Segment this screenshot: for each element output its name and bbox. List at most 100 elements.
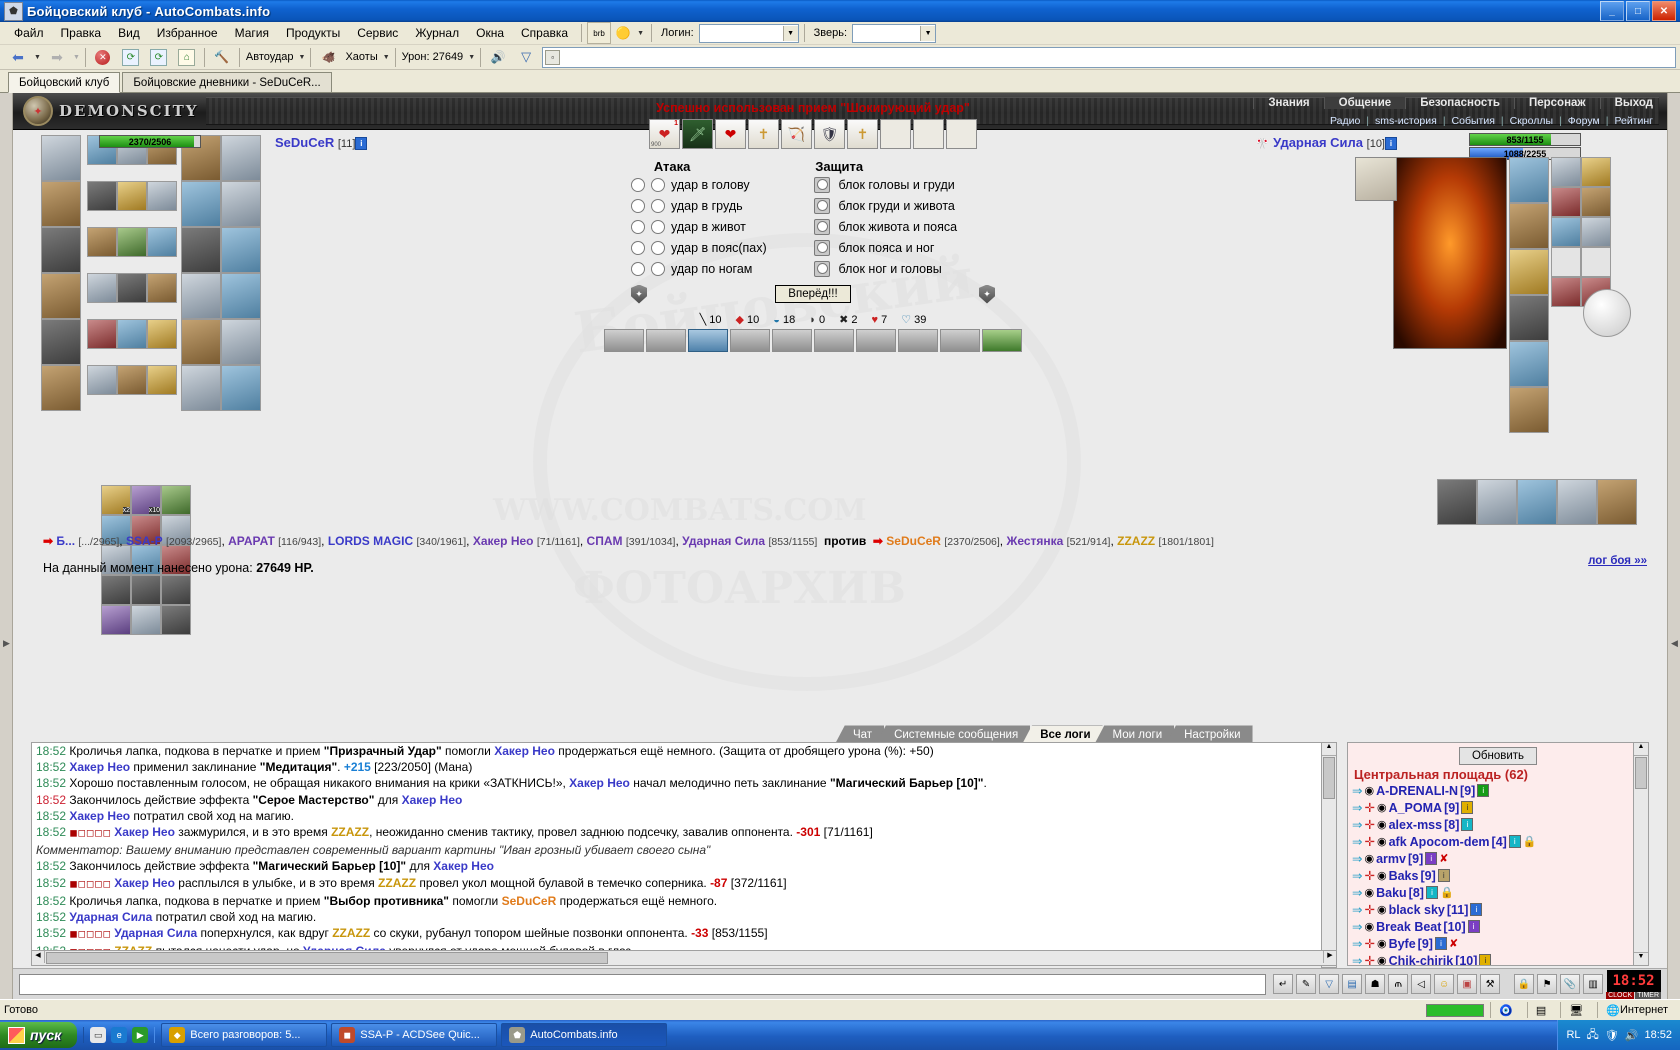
nav-knowledge[interactable]: Знания: [1253, 96, 1323, 109]
inv-slot-3[interactable]: [161, 485, 191, 515]
participant-name-6[interactable]: Ударная Сила: [682, 534, 765, 548]
r2-equip-8[interactable]: [1581, 247, 1611, 277]
equip-slot-e1[interactable]: [87, 319, 117, 349]
action-slot-2[interactable]: [688, 329, 728, 352]
participant-name-1[interactable]: SSA-P: [126, 534, 163, 548]
r2-equip-4[interactable]: [1581, 187, 1611, 217]
right-avatar-side-slot[interactable]: [1355, 157, 1397, 201]
home-icon[interactable]: ⌂: [173, 46, 201, 68]
user-info-icon[interactable]: i: [1437, 869, 1450, 882]
browser-tab-1[interactable]: Бойцовские дневники - SeDuCeR...: [122, 72, 332, 92]
equip-slot-e4[interactable]: [181, 319, 221, 365]
user-name[interactable]: armv: [1376, 852, 1406, 866]
menu-magic[interactable]: Магия: [227, 24, 277, 42]
equip-slot-e2[interactable]: [117, 319, 147, 349]
equip-slot-f3[interactable]: [147, 365, 177, 395]
attack-option-2[interactable]: удар в живот: [573, 219, 814, 234]
tray-network-icon[interactable]: 🖧: [1587, 1026, 1599, 1045]
r2-equip-2[interactable]: [1581, 157, 1611, 187]
defense-radio-4[interactable]: [814, 260, 831, 277]
right-player-name[interactable]: 🎌 Ударная Сила [10] i: [1256, 135, 1397, 151]
defense-option-0[interactable]: блок головы и груди: [814, 176, 1053, 193]
equip-slot-b1[interactable]: [87, 181, 117, 211]
participant-name-7[interactable]: SeDuCeR: [886, 534, 941, 548]
equip-slot-amulet[interactable]: [41, 181, 81, 227]
right-rail[interactable]: ◀: [1667, 93, 1680, 999]
defense-option-4[interactable]: блок ног и головы: [814, 260, 1053, 277]
status-icon-2[interactable]: ▤: [1526, 1002, 1554, 1018]
user-info-icon[interactable]: i: [1467, 920, 1480, 933]
menu-edit[interactable]: Правка: [53, 24, 110, 42]
minimize-button[interactable]: _: [1600, 1, 1624, 21]
inv-slot-10[interactable]: [101, 575, 131, 605]
user-info-icon[interactable]: i: [1434, 937, 1447, 950]
user-list-item[interactable]: ⇒ ✛ ◉ afk Apocom-dem [4] i 🔒: [1348, 833, 1648, 850]
shield-left-icon[interactable]: ✦: [631, 284, 647, 304]
taskbar-item-2[interactable]: ⬟ AutoCombats.info: [501, 1023, 668, 1047]
defense-radio-2[interactable]: [814, 218, 831, 235]
status-icon-1[interactable]: 🧿: [1490, 1002, 1521, 1018]
rb-2[interactable]: [1477, 479, 1517, 525]
effect-slot-5[interactable]: 🛡: [814, 119, 845, 149]
defense-radio-0[interactable]: [814, 176, 831, 193]
effect-slot-7[interactable]: [880, 119, 911, 149]
equip-slot-weapon[interactable]: [41, 227, 81, 273]
attack-radio-b-4[interactable]: [651, 261, 665, 276]
ie-icon[interactable]: e: [111, 1027, 128, 1043]
equip-slot-helmet[interactable]: [41, 135, 81, 181]
user-name[interactable]: A-DRENALI-N: [1376, 784, 1458, 798]
taskbar-item-1[interactable]: ◼ SSA-P - ACDSee Quic...: [331, 1023, 498, 1047]
subnav-events[interactable]: События: [1446, 115, 1501, 127]
user-name[interactable]: Byfe: [1389, 937, 1416, 951]
equip-slot-legs[interactable]: [181, 273, 221, 319]
chaos-button[interactable]: Хаоты: [342, 46, 380, 68]
shield-right-icon[interactable]: ✦: [979, 284, 995, 304]
menu-favorites[interactable]: Избранное: [149, 24, 226, 42]
participant-name-9[interactable]: ZZAZZ: [1117, 534, 1155, 548]
r2-equip-9[interactable]: [1551, 277, 1581, 307]
user-list-scrollbar[interactable]: ▲ ▼: [1633, 742, 1649, 966]
participant-name-2[interactable]: APAPAT: [228, 534, 275, 548]
nav-security[interactable]: Безопасность: [1405, 96, 1514, 109]
attack-radio-b-3[interactable]: [651, 240, 665, 255]
user-list-item[interactable]: ⇒ ✛ ◉ A_POMA [9] i: [1348, 799, 1648, 816]
user-name[interactable]: afk Apocom-dem: [1389, 835, 1490, 849]
action-slot-8[interactable]: [940, 329, 980, 352]
equip-slot-e3[interactable]: [147, 319, 177, 349]
user-name[interactable]: alex-mss: [1389, 818, 1443, 832]
user-list-item[interactable]: ⇒ ◉ armv [9] i ✘: [1348, 850, 1648, 867]
attack-option-3[interactable]: удар в пояс(пах): [573, 240, 814, 255]
attack-radio-a-4[interactable]: [631, 261, 645, 276]
equip-slot-f4[interactable]: [181, 365, 221, 411]
user-list-item[interactable]: ⇒ ✛ ◉ Chik-chirik [10] i: [1348, 952, 1648, 966]
info-icon-left[interactable]: i: [355, 137, 368, 151]
defense-radio-1[interactable]: [814, 197, 831, 214]
equip-slot-pants[interactable]: [221, 273, 261, 319]
effect-slot-3[interactable]: ✝: [748, 119, 779, 149]
clip-icon[interactable]: 📎: [1560, 974, 1581, 994]
user-name[interactable]: Chik-chirik: [1389, 954, 1454, 966]
enter-icon[interactable]: ↵: [1273, 974, 1294, 994]
subnav-rating[interactable]: Рейтинг: [1608, 115, 1659, 127]
menu-windows[interactable]: Окна: [468, 24, 512, 42]
forward-dropdown-icon[interactable]: ▼: [71, 54, 82, 61]
equip-slot-b2[interactable]: [117, 181, 147, 211]
smiley-icon[interactable]: ☺: [1434, 974, 1455, 994]
left-player-name[interactable]: SeDuCeR [11] i: [275, 135, 368, 151]
user-info-icon[interactable]: i: [1425, 852, 1438, 865]
tools-icon[interactable]: 🔨: [208, 46, 236, 68]
taskbar-item-0[interactable]: ◆ Всего разговоров: 5...: [161, 1023, 328, 1047]
chat-input[interactable]: [19, 973, 1267, 995]
defense-option-1[interactable]: блок груди и живота: [814, 197, 1053, 214]
r2-equip-6[interactable]: [1581, 217, 1611, 247]
action-slot-0[interactable]: [604, 329, 644, 352]
r2-equip-7[interactable]: [1551, 247, 1581, 277]
attack-submit-button[interactable]: Вперёд!!!: [775, 285, 851, 303]
equip-slot-armor[interactable]: [41, 273, 81, 319]
effect-slot-1[interactable]: 🗡: [682, 119, 713, 149]
equip-slot-c3[interactable]: [147, 227, 177, 257]
orb-icon[interactable]: [1583, 289, 1631, 337]
r-equip-5[interactable]: [1509, 341, 1549, 387]
subnav-sms[interactable]: sms-история: [1369, 115, 1443, 127]
menu-products[interactable]: Продукты: [278, 24, 348, 42]
